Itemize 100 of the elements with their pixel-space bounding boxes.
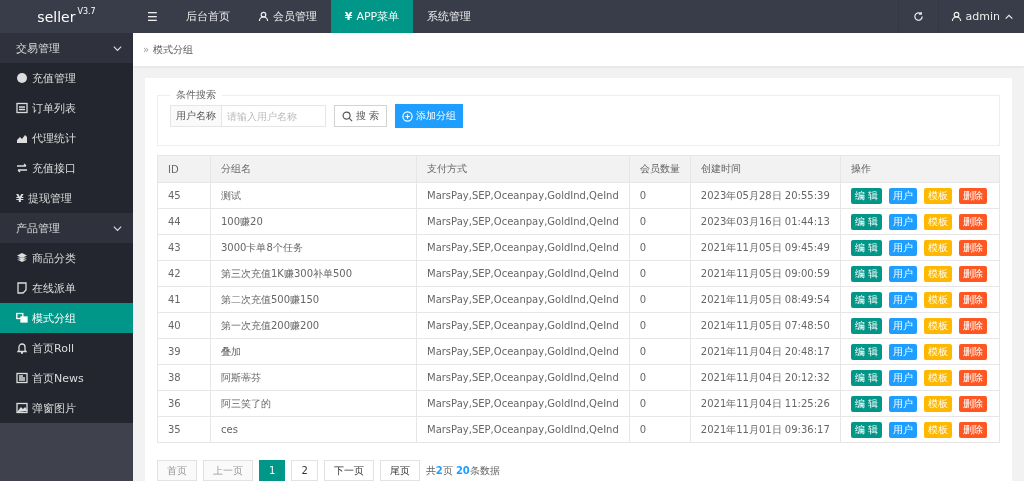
users-button[interactable]: 用户 bbox=[889, 187, 917, 204]
table-cell: 0 bbox=[629, 338, 691, 365]
exchange-icon bbox=[16, 162, 28, 174]
table-cell: MarsPay,SEP,Oceanpay,GoldInd,QeInd bbox=[416, 260, 630, 287]
table-cell: MarsPay,SEP,Oceanpay,GoldInd,QeInd bbox=[416, 286, 630, 313]
newspaper-icon bbox=[16, 372, 28, 384]
sidebar-item[interactable]: 模式分组 bbox=[0, 303, 133, 333]
delete-button[interactable]: 删除 bbox=[959, 421, 987, 438]
menu-toggle[interactable]: ☰ bbox=[133, 0, 172, 33]
edit-button[interactable]: 编 辑 bbox=[850, 239, 882, 256]
table-cell: 35 bbox=[157, 416, 211, 443]
table-cell: 38 bbox=[157, 364, 211, 391]
page-button[interactable]: 1 bbox=[259, 460, 286, 481]
users-button[interactable]: 用户 bbox=[889, 213, 917, 230]
menu-group[interactable]: 产品管理 bbox=[16, 220, 60, 236]
table-cell: 2021年11月04日 20:12:32 bbox=[690, 364, 841, 391]
table-cell: 2021年11月01日 09:36:17 bbox=[690, 416, 841, 443]
list-icon bbox=[16, 102, 28, 114]
username[interactable]: admin bbox=[965, 10, 1000, 23]
table-cell: 3000卡单8个任务 bbox=[210, 234, 417, 261]
delete-button[interactable]: 删除 bbox=[959, 291, 987, 308]
table-cell: 2021年11月04日 20:48:17 bbox=[690, 338, 841, 365]
edit-button[interactable]: 编 辑 bbox=[850, 265, 882, 282]
table-cell: 43 bbox=[157, 234, 211, 261]
users-button[interactable]: 用户 bbox=[889, 343, 917, 360]
table-cell: 阿斯蒂芬 bbox=[210, 364, 417, 391]
user-icon bbox=[950, 11, 962, 22]
user-icon bbox=[257, 11, 269, 22]
search-button[interactable]: 搜 索 bbox=[334, 105, 388, 127]
users-button[interactable]: 用户 bbox=[889, 265, 917, 282]
delete-button[interactable]: 删除 bbox=[959, 239, 987, 256]
nav-tab[interactable]: 会员管理 bbox=[243, 0, 331, 33]
table-cell: 2023年05月28日 20:55:39 bbox=[690, 182, 841, 209]
table-cell: MarsPay,SEP,Oceanpay,GoldInd,QeInd bbox=[416, 364, 630, 391]
page-button[interactable]: 下一页 bbox=[323, 460, 374, 481]
edit-button[interactable]: 编 辑 bbox=[850, 317, 882, 334]
table-cell: 0 bbox=[629, 312, 691, 339]
column-header: 创建时间 bbox=[690, 155, 841, 183]
column-header: 会员数量 bbox=[629, 155, 691, 183]
users-button[interactable]: 用户 bbox=[889, 239, 917, 256]
delete-button[interactable]: 删除 bbox=[959, 265, 987, 282]
page-button[interactable]: 2 bbox=[291, 460, 318, 481]
users-button[interactable]: 用户 bbox=[889, 291, 917, 308]
table-cell: 2021年11月05日 07:48:50 bbox=[690, 312, 841, 339]
nav-tab[interactable]: 系统管理 bbox=[413, 0, 486, 33]
table-cell: 0 bbox=[629, 182, 691, 209]
table-cell: 0 bbox=[629, 208, 691, 235]
table-cell: 42 bbox=[157, 260, 211, 287]
users-button[interactable]: 用户 bbox=[889, 369, 917, 386]
table-cell: 44 bbox=[157, 208, 211, 235]
table-cell: 100赚20 bbox=[210, 208, 417, 235]
version-label: V3.7 bbox=[77, 7, 96, 16]
column-header: 操作 bbox=[840, 155, 1000, 183]
breadcrumb-separator: » bbox=[143, 44, 150, 55]
delete-button[interactable]: 删除 bbox=[959, 317, 987, 334]
users-button[interactable]: 用户 bbox=[889, 395, 917, 412]
table-cell: 45 bbox=[157, 182, 211, 209]
fieldset-legend: 条件搜索 bbox=[170, 88, 222, 102]
menu-group[interactable]: 交易管理 bbox=[16, 40, 60, 56]
table-cell: MarsPay,SEP,Oceanpay,GoldInd,QeInd bbox=[416, 390, 630, 417]
refresh-icon bbox=[912, 11, 924, 22]
search-icon bbox=[342, 110, 353, 122]
page-button[interactable]: 尾页 bbox=[379, 460, 420, 481]
coin-icon bbox=[16, 72, 28, 84]
edit-button[interactable]: 编 辑 bbox=[850, 369, 882, 386]
add-group-button[interactable]: 添加分组 bbox=[395, 104, 464, 128]
table-cell: 第一次充值200赚200 bbox=[210, 312, 417, 339]
table-cell: MarsPay,SEP,Oceanpay,GoldInd,QeInd bbox=[416, 338, 630, 365]
table-cell: 0 bbox=[629, 260, 691, 287]
plus-circle-icon bbox=[402, 110, 414, 122]
column-header: 分组名 bbox=[210, 155, 417, 183]
edit-button[interactable]: 编 辑 bbox=[850, 395, 882, 412]
page-summary: 共2页 20条数据 bbox=[425, 463, 500, 478]
monitors-icon bbox=[16, 312, 28, 324]
edit-button[interactable]: 编 辑 bbox=[850, 291, 882, 308]
users-button[interactable]: 用户 bbox=[889, 421, 917, 438]
table-cell: 0 bbox=[629, 390, 691, 417]
table-cell: 2021年11月05日 08:49:54 bbox=[690, 286, 841, 313]
delete-button[interactable]: 删除 bbox=[959, 395, 987, 412]
table-cell: 41 bbox=[157, 286, 211, 313]
nav-tab[interactable]: 后台首页 bbox=[171, 0, 244, 33]
table-cell: 0 bbox=[629, 364, 691, 391]
table-cell: MarsPay,SEP,Oceanpay,GoldInd,QeInd bbox=[416, 416, 630, 443]
nav-tab[interactable]: ¥ APP菜单 bbox=[330, 0, 414, 33]
delete-button[interactable]: 删除 bbox=[959, 343, 987, 360]
table-cell: 40 bbox=[157, 312, 211, 339]
username-field[interactable]: 请输入用户名称 bbox=[221, 105, 326, 127]
table-cell: 叠加 bbox=[210, 338, 417, 365]
edit-button[interactable]: 编 辑 bbox=[850, 213, 882, 230]
delete-button[interactable]: 删除 bbox=[959, 213, 987, 230]
edit-button[interactable]: 编 辑 bbox=[850, 421, 882, 438]
users-button[interactable]: 用户 bbox=[889, 317, 917, 334]
edit-button[interactable]: 编 辑 bbox=[850, 343, 882, 360]
delete-button[interactable]: 删除 bbox=[959, 187, 987, 204]
logo-text: seller bbox=[37, 8, 76, 25]
column-header: ID bbox=[157, 155, 211, 183]
table-cell: 测试 bbox=[210, 182, 417, 209]
delete-button[interactable]: 删除 bbox=[959, 369, 987, 386]
table-cell: 39 bbox=[157, 338, 211, 365]
edit-button[interactable]: 编 辑 bbox=[850, 187, 882, 204]
